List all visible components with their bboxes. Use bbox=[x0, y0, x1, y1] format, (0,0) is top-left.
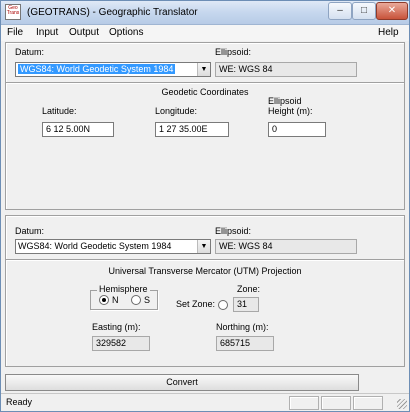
latitude-input[interactable]: 6 12 5.00N bbox=[42, 122, 114, 137]
hemisphere-s-label: S bbox=[144, 295, 151, 305]
hemisphere-n-radio[interactable] bbox=[99, 295, 109, 305]
input-ellipsoid-field: WE: WGS 84 bbox=[215, 62, 357, 77]
output-datum-value: WGS84: World Geodetic System 1984 bbox=[18, 241, 172, 251]
input-datum-select[interactable]: WGS84: World Geodetic System 1984 ▼ bbox=[15, 62, 211, 77]
title-bar[interactable]: Geo Trans (GEOTRANS) - Geographic Transl… bbox=[1, 1, 409, 25]
divider bbox=[6, 82, 404, 84]
output-datum-label: Datum: bbox=[15, 226, 45, 236]
longitude-input[interactable]: 1 27 35.00E bbox=[155, 122, 229, 137]
status-bar: Ready bbox=[1, 393, 409, 411]
window-title: (GEOTRANS) - Geographic Translator bbox=[27, 7, 198, 18]
chevron-down-icon[interactable]: ▼ bbox=[197, 240, 210, 253]
input-ellipsoid-label: Ellipsoid: bbox=[215, 47, 252, 57]
height-label-line2: Height (m): bbox=[268, 106, 313, 116]
set-zone-radio[interactable] bbox=[218, 300, 228, 310]
height-label-line1: Ellipsoid bbox=[268, 96, 302, 106]
app-icon[interactable]: Geo Trans bbox=[5, 4, 21, 20]
latitude-label: Latitude: bbox=[42, 106, 77, 116]
hemisphere-label: Hemisphere bbox=[97, 284, 150, 294]
menu-options[interactable]: Options bbox=[109, 27, 143, 38]
chevron-down-icon[interactable]: ▼ bbox=[197, 63, 210, 76]
longitude-label: Longitude: bbox=[155, 106, 198, 116]
output-ellipsoid-field: WE: WGS 84 bbox=[215, 239, 357, 254]
status-pane bbox=[353, 396, 383, 410]
maximize-button[interactable]: □ bbox=[352, 2, 376, 20]
output-datum-select[interactable]: WGS84: World Geodetic System 1984 ▼ bbox=[15, 239, 211, 254]
geodetic-section-title: Geodetic Coordinates bbox=[161, 87, 249, 97]
easting-field: 329582 bbox=[92, 336, 150, 351]
menu-bar: File Input Output Options Help bbox=[1, 25, 409, 41]
zone-field[interactable]: 31 bbox=[233, 297, 259, 312]
status-text: Ready bbox=[6, 397, 33, 407]
input-datum-label: Datum: bbox=[15, 47, 45, 57]
input-panel: Datum: WGS84: World Geodetic System 1984… bbox=[5, 42, 405, 210]
height-input[interactable]: 0 bbox=[268, 122, 326, 137]
menu-output[interactable]: Output bbox=[69, 27, 99, 38]
output-ellipsoid-label: Ellipsoid: bbox=[215, 226, 252, 236]
zone-label: Zone: bbox=[237, 284, 261, 294]
northing-field: 685715 bbox=[216, 336, 274, 351]
menu-input[interactable]: Input bbox=[36, 27, 58, 38]
close-button[interactable]: ✕ bbox=[376, 2, 408, 20]
input-datum-value: WGS84: World Geodetic System 1984 bbox=[18, 64, 176, 74]
utm-section-title: Universal Transverse Mercator (UTM) Proj… bbox=[108, 266, 302, 276]
hemisphere-group: Hemisphere N S bbox=[90, 284, 158, 310]
status-pane bbox=[321, 396, 351, 410]
easting-label: Easting (m): bbox=[92, 322, 141, 332]
northing-label: Northing (m): bbox=[216, 322, 269, 332]
minimize-button[interactable]: – bbox=[328, 2, 352, 20]
app-window: Geo Trans (GEOTRANS) - Geographic Transl… bbox=[0, 0, 410, 412]
hemisphere-s-radio[interactable] bbox=[131, 295, 141, 305]
convert-button[interactable]: Convert bbox=[5, 374, 359, 391]
divider bbox=[6, 259, 404, 261]
menu-file[interactable]: File bbox=[7, 27, 23, 38]
output-panel: Datum: WGS84: World Geodetic System 1984… bbox=[5, 215, 405, 367]
menu-help[interactable]: Help bbox=[378, 27, 399, 38]
set-zone-label: Set Zone: bbox=[176, 299, 216, 309]
resize-grip-icon[interactable] bbox=[397, 399, 407, 409]
status-pane bbox=[289, 396, 319, 410]
hemisphere-n-label: N bbox=[112, 295, 119, 305]
